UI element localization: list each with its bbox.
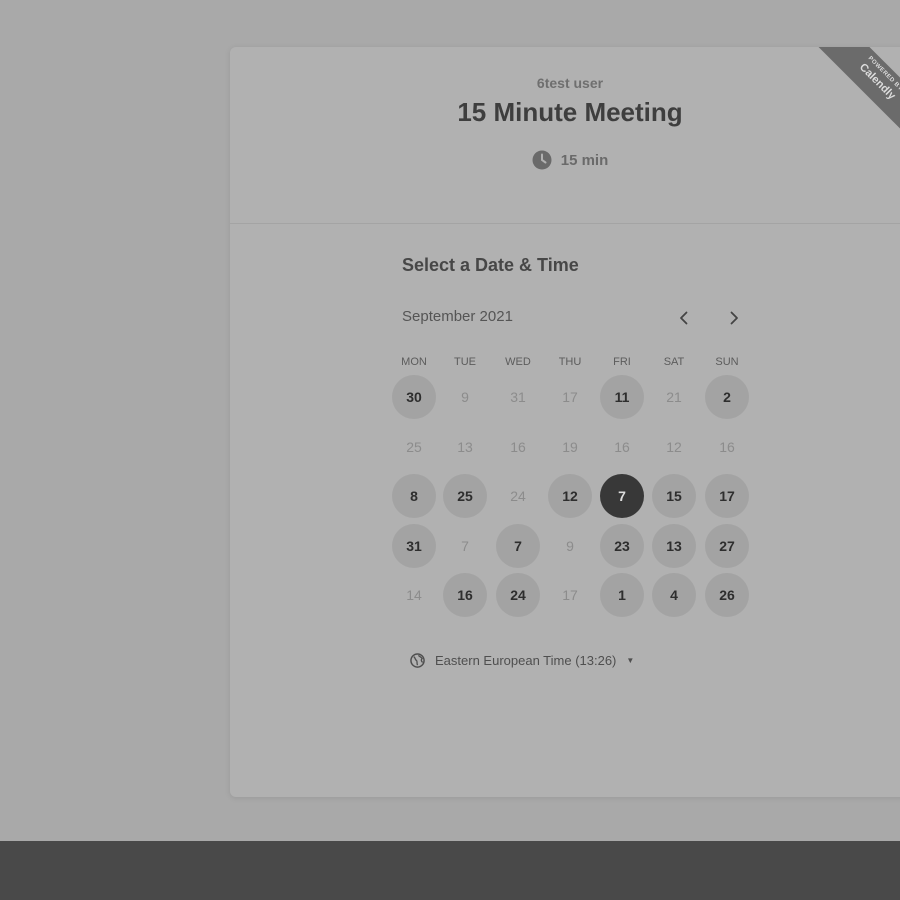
weekday-fri: FRI: [613, 356, 631, 368]
month-label: September 2021: [402, 308, 513, 325]
available-date[interactable]: 25: [443, 474, 487, 518]
calendar-grid: 30 9 31 17 11 21 2 25 13 16 19 16 12 16 8 25 24 12 7 15 17 31…: [390, 374, 753, 624]
duration-label: 15 min: [560, 151, 609, 169]
available-date[interactable]: 17: [705, 474, 749, 518]
unavailable-date: 31: [510, 389, 526, 405]
booking-card: POWERED BY Calendly 6test user 15 Minute…: [230, 47, 900, 797]
available-date[interactable]: 24: [496, 573, 540, 617]
chevron-left-icon: [680, 311, 688, 325]
chevron-right-icon: [730, 311, 738, 325]
unavailable-date: 21: [666, 389, 682, 405]
unavailable-date: 13: [457, 439, 473, 455]
available-date[interactable]: 8: [392, 474, 436, 518]
available-date[interactable]: 16: [443, 573, 487, 617]
available-date[interactable]: 2: [705, 375, 749, 419]
available-date[interactable]: 4: [652, 573, 696, 617]
weekday-thu: THU: [558, 356, 582, 368]
next-month-button[interactable]: [721, 305, 747, 331]
available-date[interactable]: 15: [652, 474, 696, 518]
unavailable-date: 9: [461, 389, 469, 405]
weekday-sun: SUN: [715, 356, 739, 368]
section-title: Select a Date & Time: [402, 255, 579, 275]
globe-icon: [410, 653, 425, 668]
unavailable-date: 25: [406, 439, 422, 455]
available-date[interactable]: 31: [392, 524, 436, 568]
available-date[interactable]: 12: [548, 474, 592, 518]
timezone-selector[interactable]: Eastern European Time (13:26) ▼: [410, 653, 634, 668]
clock-icon: [532, 150, 552, 170]
weekday-tue: TUE: [454, 356, 476, 368]
unavailable-date: 16: [614, 439, 630, 455]
bottom-bar: [0, 841, 900, 900]
available-date[interactable]: 30: [392, 375, 436, 419]
unavailable-date: 16: [719, 439, 735, 455]
prev-month-button[interactable]: [671, 305, 697, 331]
available-date[interactable]: 11: [600, 375, 644, 419]
unavailable-date: 19: [562, 439, 578, 455]
weekday-sat: SAT: [663, 356, 685, 368]
weekday-header: MON TUE WED THU FRI SAT SUN: [390, 356, 753, 370]
unavailable-date: 16: [510, 439, 526, 455]
unavailable-date: 24: [510, 488, 526, 504]
available-date[interactable]: 23: [600, 524, 644, 568]
unavailable-date: 17: [562, 587, 578, 603]
available-date[interactable]: 27: [705, 524, 749, 568]
selected-date[interactable]: 7: [600, 474, 644, 518]
available-date[interactable]: 26: [705, 573, 749, 617]
timezone-label: Eastern European Time (13:26): [435, 653, 617, 668]
weekday-wed: WED: [505, 356, 531, 368]
unavailable-date: 7: [461, 538, 469, 554]
available-date[interactable]: 7: [496, 524, 540, 568]
caret-down-icon: ▼: [626, 656, 635, 665]
unavailable-date: 14: [406, 587, 422, 603]
ribbon-brand: Calendly: [856, 61, 898, 103]
available-date[interactable]: 13: [652, 524, 696, 568]
available-date[interactable]: 1: [600, 573, 644, 617]
unavailable-date: 12: [666, 439, 682, 455]
unavailable-date: 9: [566, 538, 574, 554]
powered-by-ribbon[interactable]: POWERED BY Calendly: [800, 47, 900, 177]
unavailable-date: 17: [562, 389, 578, 405]
weekday-mon: MON: [401, 356, 427, 368]
